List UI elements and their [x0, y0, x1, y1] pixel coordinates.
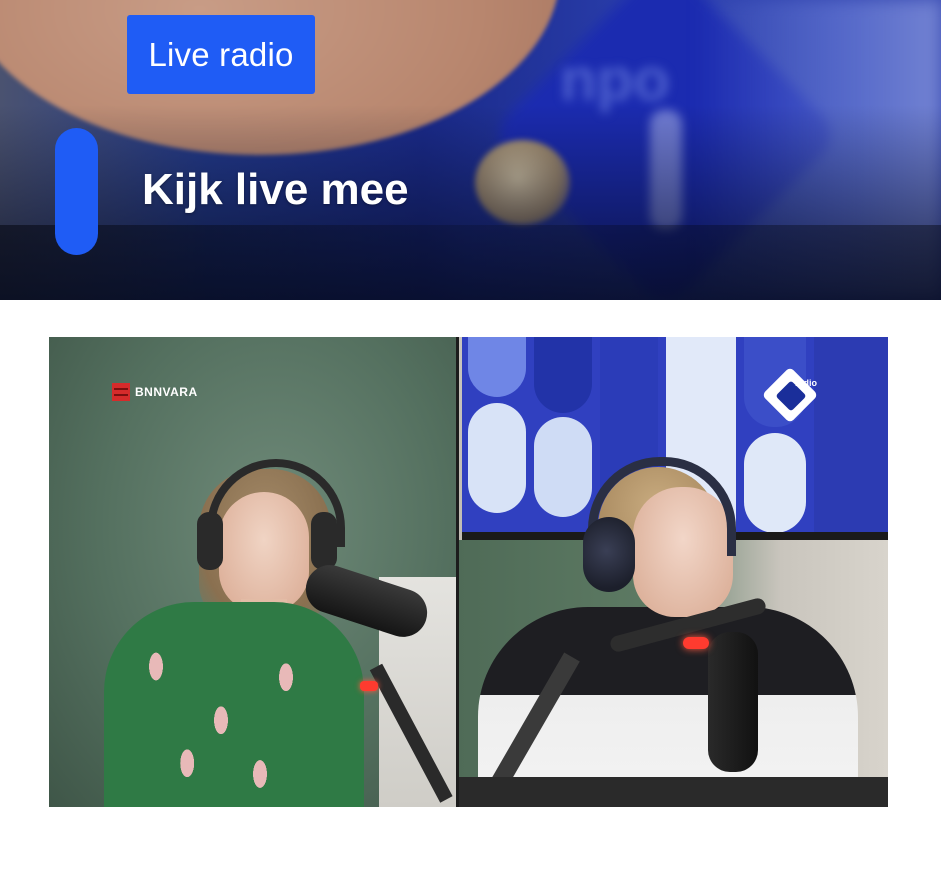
video-left-panel: BNNVARA — [49, 337, 458, 807]
live-radio-badge[interactable]: Live radio — [127, 15, 315, 94]
screen-shape — [468, 403, 526, 513]
hero-banner[interactable]: npo Live radio Kijk live mee — [0, 0, 941, 300]
hero-title[interactable]: Kijk live mee — [142, 160, 409, 220]
headphone-cup-icon — [583, 517, 635, 592]
title-accent-bar — [55, 128, 98, 255]
headphone-cup-icon — [197, 512, 223, 570]
studio-desk — [458, 777, 888, 807]
on-air-light — [683, 637, 709, 649]
screen-shape — [744, 433, 806, 532]
split-screen-divider — [456, 337, 459, 807]
bnnvara-logo-text: BNNVARA — [135, 385, 198, 399]
microphone-icon — [708, 632, 758, 772]
bnnvara-logo: BNNVARA — [112, 383, 198, 401]
npo-radio1-logo-text: radio — [795, 378, 818, 388]
presenter-left-shirt — [104, 602, 364, 807]
screen-shape — [534, 417, 592, 517]
headphone-cup-icon — [311, 512, 337, 570]
screen-shape — [814, 337, 888, 532]
live-video-player[interactable]: BNNVARA radio — [49, 337, 888, 807]
video-right-panel: radio — [458, 337, 888, 807]
screen-shape — [534, 337, 592, 413]
bnnvara-logo-icon — [112, 383, 130, 401]
screen-shape — [468, 337, 526, 397]
on-air-light — [360, 681, 378, 691]
